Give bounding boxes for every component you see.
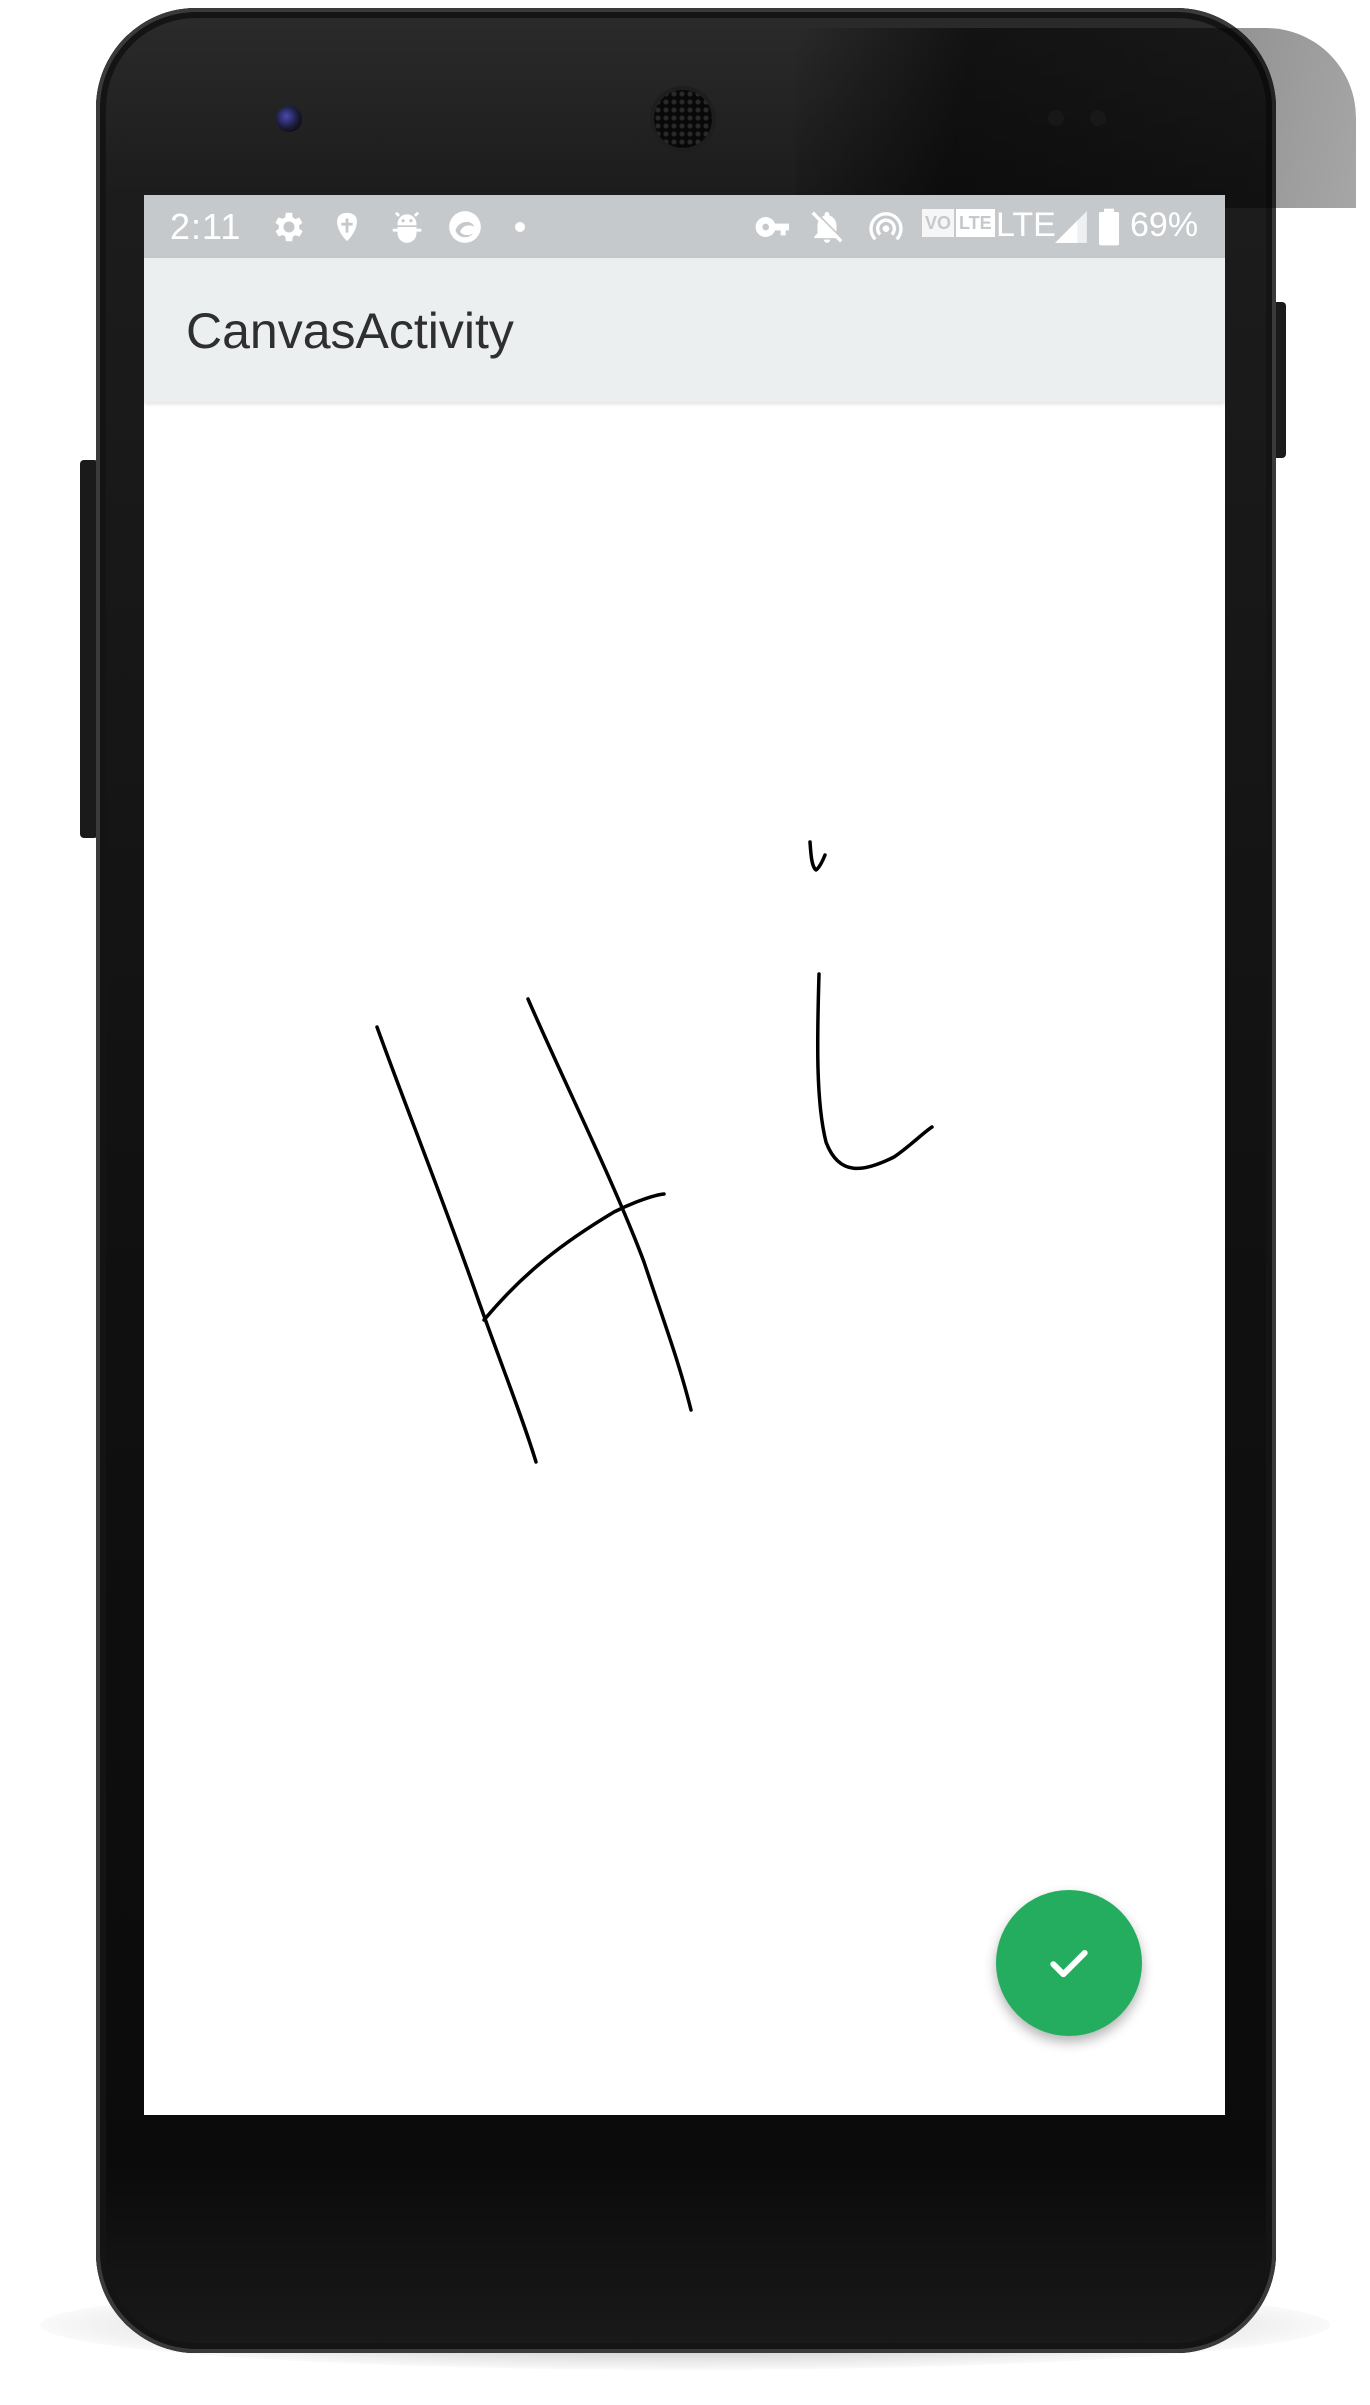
check-icon — [1050, 1949, 1088, 1978]
earpiece-speaker — [654, 90, 712, 148]
volte-label: VO — [922, 209, 955, 237]
shield-icon — [337, 212, 357, 242]
battery-icon — [1099, 208, 1119, 246]
proximity-sensor — [1048, 110, 1064, 126]
status-bar: 2:11 VO LTE LTE 69% — [144, 195, 1225, 258]
stroke-i-stem — [815, 972, 934, 1171]
notifications-off-icon — [811, 210, 845, 243]
volte-icon: VO LTE — [922, 209, 995, 245]
handwritten-strokes — [375, 840, 934, 1464]
stroke-h-left — [375, 1025, 538, 1464]
settings-icon — [275, 212, 303, 242]
network-label: LTE — [996, 206, 1056, 244]
lte-badge: LTE — [956, 209, 995, 237]
front-camera — [276, 106, 302, 132]
app-bar: CanvasActivity — [144, 258, 1225, 402]
vpn-key-icon — [755, 217, 789, 237]
battery-percent: 69% — [1130, 206, 1199, 244]
phone-glare — [796, 28, 1356, 208]
drawing-canvas[interactable] — [144, 402, 1225, 2115]
signal-icon — [1055, 211, 1087, 243]
hotspot-icon — [869, 212, 903, 241]
confirm-fab-button[interactable] — [996, 1890, 1142, 2036]
device-stage: 2:11 VO LTE LTE 69% CanvasActivity — [0, 0, 1370, 2405]
dot-icon — [515, 222, 525, 232]
screen: 2:11 VO LTE LTE 69% CanvasActivity — [144, 195, 1225, 2115]
light-sensor — [1090, 110, 1106, 126]
page-title: CanvasActivity — [186, 303, 514, 359]
android-debug-icon — [392, 211, 422, 243]
stroke-h-crossbar — [482, 1192, 666, 1322]
status-time: 2:11 — [170, 206, 242, 247]
stroke-i-dot — [808, 840, 827, 872]
edge-app-icon — [449, 211, 481, 243]
stroke-h-right — [526, 997, 693, 1412]
